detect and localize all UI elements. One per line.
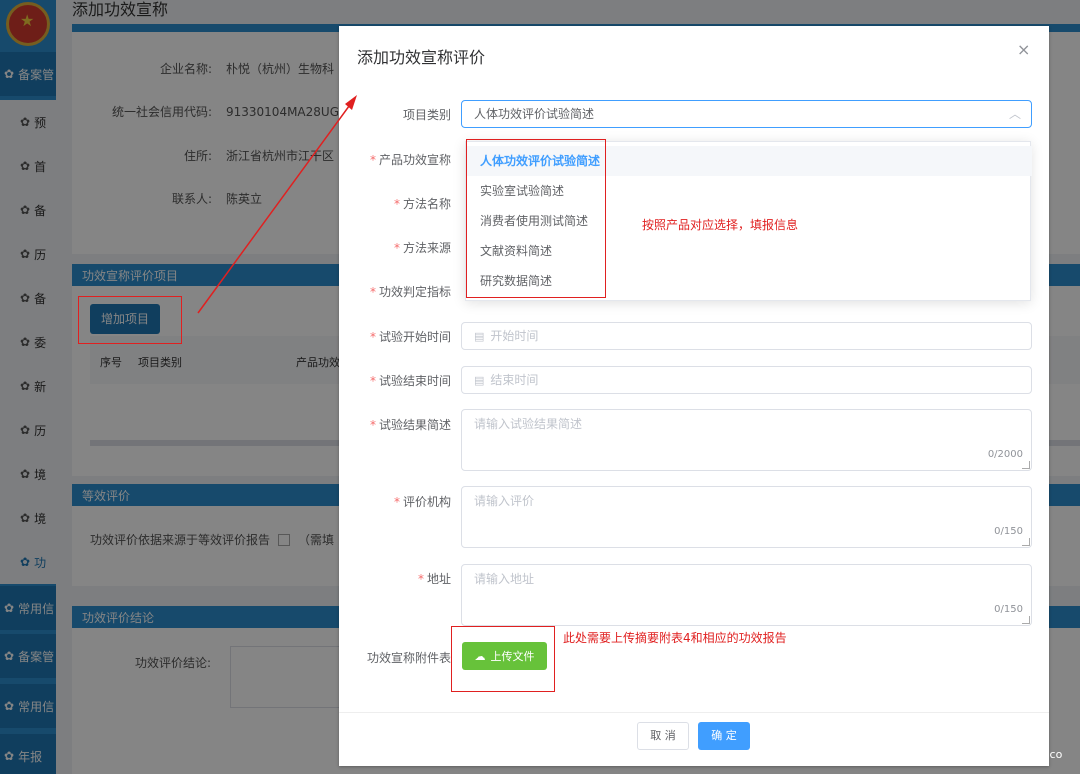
calendar-icon: ▤	[474, 330, 485, 343]
annotation-box-upload	[451, 626, 555, 692]
label-attachment: 功效宣称附件表	[366, 651, 451, 665]
cancel-button[interactable]: 取 消	[637, 722, 689, 750]
chevron-up-icon: ︿	[1008, 107, 1021, 121]
label-method-source: * 方法来源	[393, 241, 451, 255]
char-counter: 0/150	[994, 604, 1023, 615]
efficacy-eval-dialog: 添加功效宣称评价 × 项目类别 人体功效评价试验简述 ︿ * 产品功效宣称 * 方法名…	[339, 26, 1049, 766]
label-indicator: * 功效判定指标	[369, 285, 451, 299]
label-org: * 评价机构	[393, 495, 451, 509]
annotation-note-select: 按照产品对应选择，填报信息	[642, 218, 799, 232]
close-icon[interactable]: ×	[1017, 40, 1030, 59]
category-select[interactable]: 人体功效评价试验简述 ︿	[461, 100, 1032, 128]
org-textarea[interactable]: 请输入评价 0/150	[461, 486, 1032, 548]
resize-handle[interactable]	[1022, 461, 1030, 469]
char-counter: 0/2000	[987, 449, 1023, 460]
address-textarea[interactable]: 请输入地址 0/150	[461, 564, 1032, 626]
char-counter: 0/150	[994, 526, 1023, 537]
annotation-note-upload: 此处需要上传摘要附表4和相应的功效报告	[563, 631, 787, 645]
dialog-title: 添加功效宣称评价	[357, 48, 486, 67]
result-textarea[interactable]: 请输入试验结果简述 0/2000	[461, 409, 1032, 471]
label-claim: * 产品功效宣称	[369, 153, 451, 167]
label-start-time: * 试验开始时间	[369, 330, 451, 344]
start-time-picker[interactable]: ▤ 开始时间	[461, 322, 1032, 350]
footer-divider	[339, 712, 1049, 713]
resize-handle[interactable]	[1022, 616, 1030, 624]
label-method-name: * 方法名称	[393, 197, 451, 211]
annotation-box-add	[78, 296, 182, 344]
annotation-box-options	[466, 139, 606, 298]
calendar-icon: ▤	[474, 374, 485, 387]
label-address: * 地址	[417, 572, 451, 586]
confirm-button[interactable]: 确 定	[698, 722, 750, 750]
resize-handle[interactable]	[1022, 538, 1030, 546]
label-end-time: * 试验结束时间	[369, 374, 451, 388]
watermark: c.co	[1040, 748, 1063, 761]
label-result: * 试验结果简述	[369, 418, 451, 432]
end-time-picker[interactable]: ▤ 结束时间	[461, 366, 1032, 394]
label-category: 项目类别	[402, 108, 451, 122]
